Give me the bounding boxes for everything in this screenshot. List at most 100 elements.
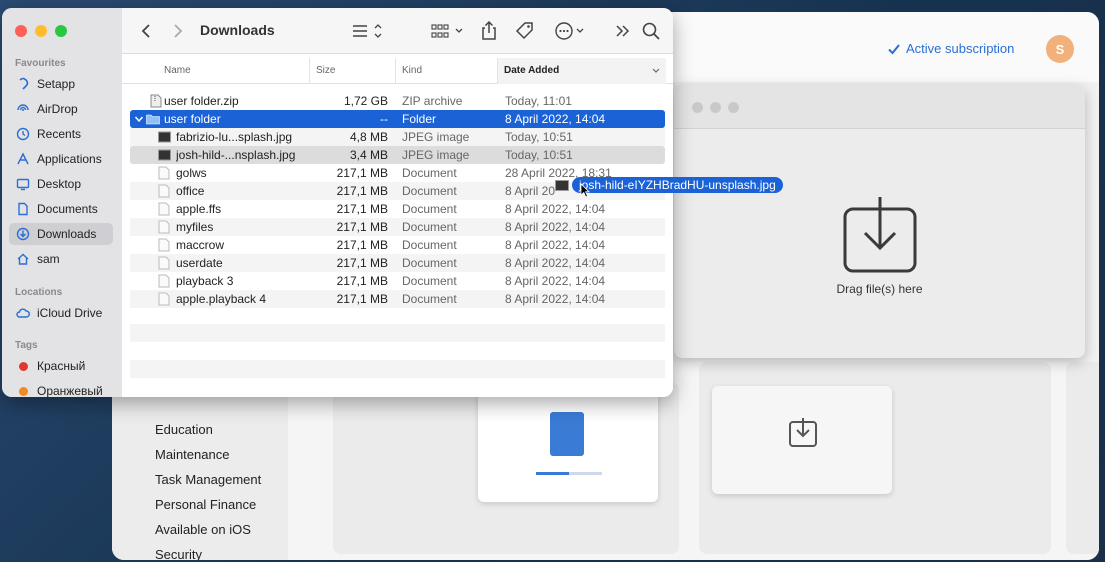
finder-main: Downloads Name Size Kind Date Added user… bbox=[122, 8, 673, 397]
file-name: maccrow bbox=[176, 238, 225, 252]
toolbar-overflow-icon[interactable] bbox=[612, 20, 634, 42]
sidebar-item-applications[interactable]: Applications bbox=[9, 148, 113, 170]
close-button[interactable] bbox=[692, 102, 703, 113]
category-maintenance[interactable]: Maintenance bbox=[155, 447, 229, 462]
file-size: 1,72 GB bbox=[343, 94, 388, 108]
category-personal-finance[interactable]: Personal Finance bbox=[155, 497, 256, 512]
back-icon[interactable] bbox=[136, 20, 158, 42]
file-size: 217,1 MB bbox=[336, 238, 388, 252]
file-name: josh-hild-...nsplash.jpg bbox=[176, 148, 296, 162]
file-date: 8 April 2022, 14:04 bbox=[505, 274, 606, 288]
file-row[interactable]: apple.ffs 217,1 MB Document 8 April 2022… bbox=[130, 200, 665, 218]
archiver-drop-window[interactable]: Drag file(s) here bbox=[674, 85, 1085, 358]
forward-icon[interactable] bbox=[166, 20, 188, 42]
cloud-icon bbox=[16, 308, 30, 318]
file-row[interactable]: userdate 217,1 MB Document 8 April 2022,… bbox=[130, 254, 665, 272]
airdrop-icon bbox=[17, 104, 29, 111]
disclosure-chevron-icon[interactable] bbox=[134, 114, 144, 124]
file-row-selected[interactable]: user folder -- Folder 8 April 2022, 14:0… bbox=[130, 110, 665, 128]
minimize-button[interactable] bbox=[35, 25, 47, 37]
file-row[interactable]: fabrizio-lu...splash.jpg 4,8 MB JPEG ima… bbox=[130, 128, 665, 146]
search-icon[interactable] bbox=[640, 20, 662, 42]
active-subscription-link[interactable]: Active subscription bbox=[888, 41, 1014, 56]
sidebar-item-label: Applications bbox=[37, 152, 102, 166]
file-date: 8 April 2022, 14:04 bbox=[505, 112, 606, 126]
file-row[interactable]: maccrow 217,1 MB Document 8 April 2022, … bbox=[130, 236, 665, 254]
sidebar-item-label: Красный bbox=[37, 359, 86, 373]
category-security[interactable]: Security bbox=[155, 547, 202, 560]
sidebar-item-sam[interactable]: sam bbox=[9, 248, 113, 270]
sidebar-item-desktop[interactable]: Desktop bbox=[9, 173, 113, 195]
file-row-dragging[interactable]: josh-hild-...nsplash.jpg 3,4 MB JPEG ima… bbox=[130, 146, 665, 164]
progress-bar bbox=[536, 472, 602, 475]
file-kind: Document bbox=[402, 256, 457, 270]
sidebar-item-label: AirDrop bbox=[37, 102, 78, 116]
user-avatar[interactable]: S bbox=[1046, 35, 1074, 63]
file-name: myfiles bbox=[176, 220, 214, 234]
minimize-button[interactable] bbox=[710, 102, 721, 113]
file-name: userdate bbox=[176, 256, 223, 270]
sidebar-item-downloads[interactable]: Downloads bbox=[9, 223, 113, 245]
sidebar-item-icloud-drive[interactable]: iCloud Drive bbox=[9, 302, 113, 324]
file-date: Today, 10:51 bbox=[505, 130, 573, 144]
zoom-button[interactable] bbox=[728, 102, 739, 113]
group-by-icon[interactable] bbox=[430, 20, 466, 42]
more-actions-icon[interactable] bbox=[554, 20, 588, 42]
file-kind: Document bbox=[402, 166, 457, 180]
file-row[interactable]: playback 3 217,1 MB Document 8 April 202… bbox=[130, 272, 665, 290]
sidebar-item-label: Desktop bbox=[37, 177, 82, 191]
zoom-button[interactable] bbox=[55, 25, 67, 37]
file-date: 8 April 2022, 14:04 bbox=[505, 292, 606, 306]
empty-row bbox=[130, 360, 665, 378]
column-header-size[interactable]: Size bbox=[310, 58, 396, 84]
red-tag-dot bbox=[19, 361, 28, 371]
file-name: office bbox=[176, 184, 205, 198]
column-header-row: Name Size Kind Date Added bbox=[122, 58, 673, 84]
file-kind: JPEG image bbox=[402, 148, 470, 162]
column-header-label: Date Added bbox=[504, 65, 560, 76]
sidebar-item-setapp[interactable]: Setapp bbox=[9, 73, 113, 95]
sidebar-item-label: Setapp bbox=[37, 77, 76, 91]
file-name: apple.playback 4 bbox=[176, 292, 267, 306]
file-row[interactable]: myfiles 217,1 MB Document 8 April 2022, … bbox=[130, 218, 665, 236]
sidebar-item-label: sam bbox=[37, 252, 60, 266]
document-icon bbox=[158, 256, 170, 270]
sidebar-item-recents[interactable]: Recents bbox=[9, 123, 113, 145]
sidebar-item-airdrop[interactable]: AirDrop bbox=[9, 98, 113, 120]
zip-icon bbox=[150, 94, 162, 108]
tag-icon[interactable] bbox=[514, 20, 536, 42]
close-button[interactable] bbox=[15, 25, 27, 37]
finder-window: Favourites Setapp AirDrop Recents Applic… bbox=[2, 8, 673, 397]
category-education[interactable]: Education bbox=[155, 422, 213, 437]
download-tray-icon bbox=[843, 197, 917, 273]
file-size: -- bbox=[380, 112, 388, 126]
sidebar-tag-red[interactable]: Красный bbox=[9, 355, 113, 377]
file-kind: Document bbox=[402, 202, 457, 216]
file-row[interactable]: apple.playback 4 217,1 MB Document 8 Apr… bbox=[130, 290, 665, 308]
empty-row bbox=[130, 324, 665, 342]
file-size: 3,4 MB bbox=[349, 148, 388, 162]
download-tray-icon bbox=[789, 418, 817, 447]
category-task-management[interactable]: Task Management bbox=[155, 472, 261, 487]
desktop-icon bbox=[16, 178, 30, 191]
setapp-icon bbox=[19, 77, 29, 90]
drop-zone-label: Drag file(s) here bbox=[836, 282, 923, 296]
file-date: 8 April 2022, 14:04 bbox=[505, 256, 606, 270]
category-available-on-ios[interactable]: Available on iOS bbox=[155, 522, 251, 537]
sidebar-tag-orange[interactable]: Оранжевый bbox=[9, 380, 113, 397]
promo-archiving-preview bbox=[478, 392, 658, 502]
share-icon[interactable] bbox=[478, 20, 500, 42]
file-kind: Document bbox=[402, 238, 457, 252]
column-header-kind[interactable]: Kind bbox=[396, 58, 498, 84]
sort-chevron-icon bbox=[652, 68, 660, 73]
sidebar-item-documents[interactable]: Documents bbox=[9, 198, 113, 220]
setapp-category-sidebar: Education Maintenance Task Management Pe… bbox=[112, 382, 288, 560]
column-header-name[interactable]: Name bbox=[158, 58, 310, 84]
list-view-icon[interactable] bbox=[350, 20, 386, 42]
column-header-date-added[interactable]: Date Added bbox=[498, 58, 666, 84]
file-row[interactable]: user folder.zip 1,72 GB ZIP archive Toda… bbox=[130, 92, 665, 110]
file-name: playback 3 bbox=[176, 274, 234, 288]
file-kind: ZIP archive bbox=[402, 94, 463, 108]
home-icon bbox=[17, 253, 29, 265]
file-size: 217,1 MB bbox=[336, 292, 388, 306]
